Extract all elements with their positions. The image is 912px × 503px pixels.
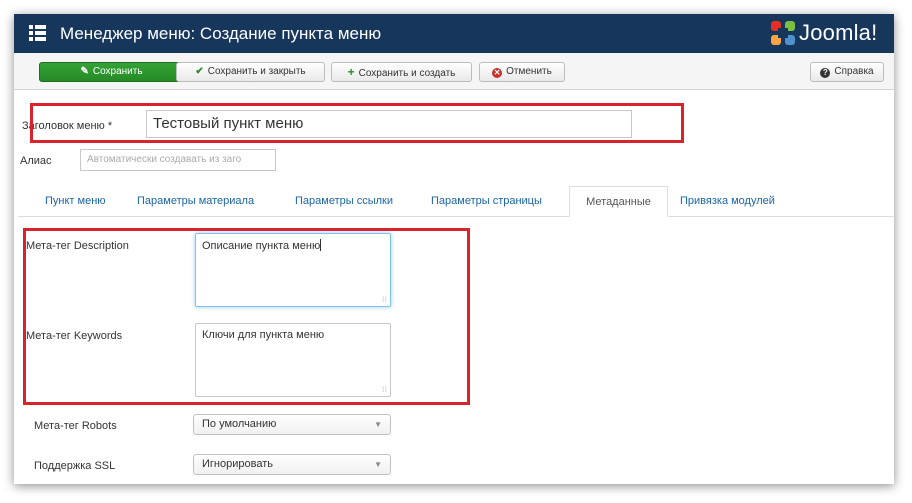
tab-bar: Пункт меню Параметры материала Параметры… xyxy=(18,186,894,217)
meta-robots-label: Мета-тег Robots xyxy=(34,420,117,432)
joomla-logo: Joomla! xyxy=(770,18,882,48)
page-title: Менеджер меню: Создание пункта меню xyxy=(60,24,382,43)
joomla-logo-icon xyxy=(771,21,795,45)
ssl-support-select[interactable]: Игнорировать ▼ xyxy=(193,454,391,475)
save-and-close-button[interactable]: ✔ Сохранить и закрыть xyxy=(176,62,325,82)
highlight-frame-metadata xyxy=(23,228,470,405)
edit-icon: ✎ xyxy=(80,66,89,77)
menu-list-icon[interactable] xyxy=(29,25,46,41)
alias-label: Алиас xyxy=(20,155,52,167)
tab-link-options[interactable]: Параметры ссылки xyxy=(295,186,393,216)
save-button[interactable]: ✎ Сохранить xyxy=(39,62,184,82)
meta-robots-select[interactable]: По умолчанию ▼ xyxy=(193,414,391,435)
check-icon: ✔ xyxy=(195,66,204,77)
title-bar: Менеджер меню: Создание пункта меню Joom… xyxy=(14,14,894,53)
toolbar: ✎ Сохранить ✔ Сохранить и закрыть + Сохрани… xyxy=(14,53,894,90)
tab-module-assignment[interactable]: Привязка модулей xyxy=(680,186,775,216)
app-window: Менеджер меню: Создание пункта меню Joom… xyxy=(14,14,894,484)
help-button[interactable]: ? Справка xyxy=(810,62,884,82)
joomla-wordmark: Joomla! xyxy=(799,20,878,45)
tab-menu-item[interactable]: Пункт меню xyxy=(45,186,106,216)
tab-article-options[interactable]: Параметры материала xyxy=(137,186,254,216)
cancel-icon: ✕ xyxy=(492,68,503,78)
highlight-frame-title xyxy=(30,103,684,143)
question-icon: ? xyxy=(820,68,831,78)
tab-metadata[interactable]: Метаданные xyxy=(569,186,668,217)
chevron-down-icon: ▼ xyxy=(374,420,382,429)
cancel-button[interactable]: ✕ Отменить xyxy=(479,62,565,82)
save-and-new-button[interactable]: + Сохранить и создать xyxy=(331,62,472,82)
chevron-down-icon: ▼ xyxy=(374,460,382,469)
plus-icon: + xyxy=(347,65,355,79)
tab-page-display[interactable]: Параметры страницы xyxy=(431,186,542,216)
alias-input[interactable]: Автоматически создавать из заго xyxy=(80,149,276,171)
ssl-support-label: Поддержка SSL xyxy=(34,460,116,472)
